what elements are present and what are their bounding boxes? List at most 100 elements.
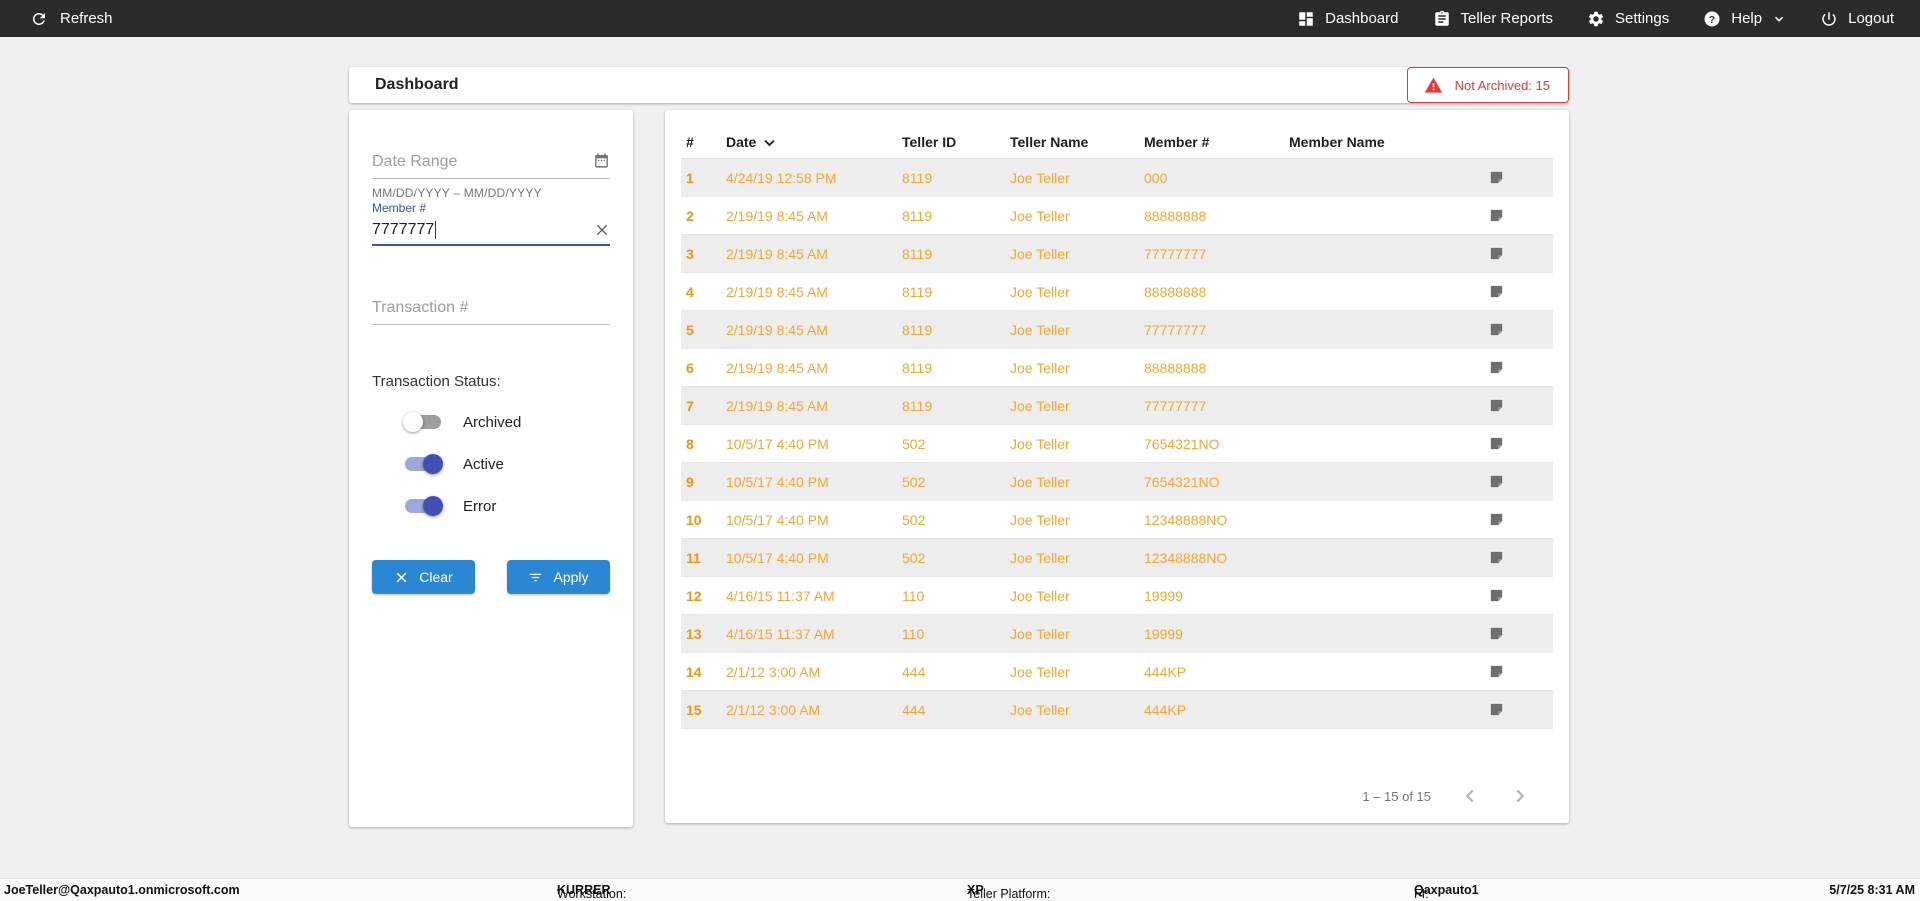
col-header-teller-id: Teller ID [902, 134, 957, 150]
row-number: 14 [686, 663, 702, 680]
table-row[interactable]: 12 4/16/15 11:37 AM 110 Joe Teller 19999 [681, 577, 1553, 615]
row-number: 5 [686, 321, 694, 338]
row-member-num: 19999 [1144, 625, 1183, 642]
transactions-table-card: # Date Teller ID Teller Name Member # Me… [665, 110, 1569, 823]
toggle-row-error: Error [405, 496, 610, 516]
table-row[interactable]: 6 2/19/19 8:45 AM 8119 Joe Teller 888888… [681, 349, 1553, 387]
row-member-num: 88888888 [1144, 283, 1207, 300]
toggle-row-active: Active [405, 454, 610, 474]
note-icon[interactable] [1488, 245, 1505, 262]
row-number: 7 [686, 397, 694, 414]
filter-icon [530, 573, 542, 581]
row-teller-name: Joe Teller [1010, 397, 1070, 414]
not-archived-badge[interactable]: Not Archived: 15 [1406, 67, 1569, 103]
refresh-button[interactable]: Refresh [0, 10, 113, 28]
svg-text:?: ? [1709, 13, 1715, 25]
row-teller-name: Joe Teller [1010, 587, 1070, 604]
note-icon[interactable] [1488, 207, 1505, 224]
row-teller-id: 444 [902, 701, 926, 718]
chevron-down-icon [1775, 16, 1784, 22]
table-row[interactable]: 13 4/16/15 11:37 AM 110 Joe Teller 19999 [681, 615, 1553, 653]
row-teller-id: 444 [902, 663, 926, 680]
table-row[interactable]: 9 10/5/17 4:40 PM 502 Joe Teller 7654321… [681, 463, 1553, 501]
table-body: 1 4/24/19 12:58 PM 8119 Joe Teller 000 2… [681, 159, 1553, 729]
table-row[interactable]: 2 2/19/19 8:45 AM 8119 Joe Teller 888888… [681, 197, 1553, 235]
nav-teller-reports[interactable]: Teller Reports [1433, 10, 1553, 28]
col-header-date[interactable]: Date [726, 134, 902, 150]
clear-member-icon[interactable] [594, 222, 610, 238]
transaction-number-input[interactable]: Transaction # [372, 292, 610, 325]
table-row[interactable]: 1 4/24/19 12:58 PM 8119 Joe Teller 000 [681, 159, 1553, 197]
row-member-num: 77777777 [1144, 245, 1207, 262]
note-icon[interactable] [1488, 511, 1505, 528]
transaction-status-label: Transaction Status: [372, 373, 501, 390]
row-date: 4/16/15 11:37 AM [726, 625, 835, 642]
table-row[interactable]: 10 10/5/17 4:40 PM 502 Joe Teller 123488… [681, 501, 1553, 539]
row-teller-id: 110 [902, 587, 925, 604]
row-number: 12 [686, 587, 702, 604]
dashboard-icon [1299, 11, 1313, 26]
row-teller-name: Joe Teller [1010, 283, 1070, 300]
table-row[interactable]: 11 10/5/17 4:40 PM 502 Joe Teller 123488… [681, 539, 1553, 577]
filter-panel: Date Range MM/DD/YYYY – MM/DD/YYYY Membe… [349, 110, 633, 827]
row-member-num: 444KP [1144, 663, 1187, 680]
row-member-num: 12348888NO [1144, 511, 1228, 528]
note-icon[interactable] [1488, 663, 1505, 680]
note-icon[interactable] [1488, 473, 1505, 490]
note-icon[interactable] [1488, 321, 1505, 338]
row-teller-name: Joe Teller [1010, 169, 1070, 186]
note-icon[interactable] [1488, 435, 1505, 452]
note-icon[interactable] [1488, 701, 1505, 718]
col-header-num: # [686, 134, 694, 150]
error-toggle[interactable] [405, 496, 443, 516]
date-range-input[interactable]: Date Range [372, 146, 610, 179]
row-member-num: 12348888NO [1144, 549, 1228, 566]
row-date: 2/19/19 8:45 AM [726, 245, 828, 262]
table-row[interactable]: 3 2/19/19 8:45 AM 8119 Joe Teller 777777… [681, 235, 1553, 273]
note-icon[interactable] [1488, 549, 1505, 566]
row-teller-name: Joe Teller [1010, 473, 1070, 490]
pagination: 1 – 15 of 15 [1362, 785, 1531, 807]
table-row[interactable]: 4 2/19/19 8:45 AM 8119 Joe Teller 888888… [681, 273, 1553, 311]
table-row[interactable]: 15 2/1/12 3:00 AM 444 Joe Teller 444KP [681, 691, 1553, 729]
archived-toggle-label: Archived [463, 413, 522, 431]
note-icon[interactable] [1488, 625, 1505, 642]
row-teller-id: 502 [902, 435, 926, 452]
table-row[interactable]: 7 2/19/19 8:45 AM 8119 Joe Teller 777777… [681, 387, 1553, 425]
nav-logout[interactable]: Logout [1820, 10, 1894, 28]
nav-settings[interactable]: Settings [1587, 10, 1669, 28]
next-page-icon[interactable] [1509, 785, 1531, 807]
nav-dashboard[interactable]: Dashboard [1297, 10, 1399, 28]
active-toggle[interactable] [405, 454, 443, 474]
row-member-num: 444KP [1144, 701, 1187, 718]
row-number: 3 [686, 245, 694, 262]
note-icon[interactable] [1488, 397, 1505, 414]
member-number-input[interactable]: 7777777 [372, 215, 610, 246]
note-icon[interactable] [1488, 587, 1505, 604]
apply-button[interactable]: Apply [507, 560, 610, 594]
row-number: 8 [686, 435, 694, 452]
teller-platform-info: Teller Platform: XP [967, 883, 1051, 901]
note-icon[interactable] [1488, 169, 1505, 186]
clear-button[interactable]: Clear [372, 560, 475, 594]
archived-toggle[interactable] [403, 412, 441, 432]
row-date: 2/19/19 8:45 AM [726, 207, 828, 224]
note-icon[interactable] [1488, 359, 1505, 376]
nav-help[interactable]: ? Help [1703, 10, 1786, 28]
previous-page-icon[interactable] [1459, 785, 1481, 807]
table-row[interactable]: 5 2/19/19 8:45 AM 8119 Joe Teller 777777… [681, 311, 1553, 349]
row-teller-name: Joe Teller [1010, 207, 1070, 224]
col-header-member-num: Member # [1144, 134, 1210, 150]
current-datetime: 5/7/25 8:31 AM [1829, 883, 1915, 897]
warning-icon [1424, 77, 1442, 93]
nav-help-label: Help [1731, 10, 1763, 27]
table-row[interactable]: 14 2/1/12 3:00 AM 444 Joe Teller 444KP [681, 653, 1553, 691]
error-toggle-label: Error [463, 497, 497, 515]
row-date: 2/19/19 8:45 AM [726, 283, 828, 300]
col-header-member-name: Member Name [1289, 134, 1385, 150]
table-row[interactable]: 8 10/5/17 4:40 PM 502 Joe Teller 7654321… [681, 425, 1553, 463]
note-icon[interactable] [1488, 283, 1505, 300]
calendar-icon[interactable] [593, 152, 610, 169]
row-teller-name: Joe Teller [1010, 549, 1070, 566]
row-teller-name: Joe Teller [1010, 359, 1070, 376]
